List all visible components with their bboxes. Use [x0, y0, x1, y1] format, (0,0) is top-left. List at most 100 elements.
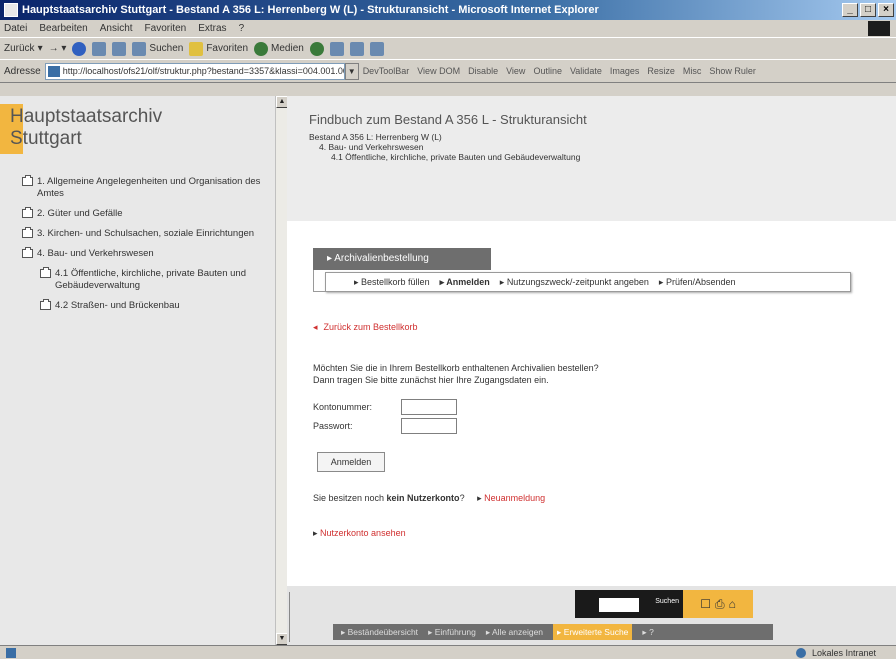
history-icon[interactable]	[309, 41, 324, 56]
folder-icon	[22, 227, 33, 238]
intro-line-2: Dann tragen Sie bitte zunächst hier Ihre…	[313, 375, 549, 385]
link-images[interactable]: Images	[610, 66, 640, 76]
account-number-input[interactable]	[401, 399, 457, 415]
address-input[interactable]: http://localhost/ofs21/olf/struktur.php?…	[44, 62, 345, 80]
home-icon[interactable]: ⌂	[729, 597, 736, 611]
footer-widgets: Suchen ☐ ⎙ ⌂	[575, 590, 753, 618]
link-devtoolbar[interactable]: DevToolBar	[363, 66, 410, 76]
account-row: Kontonummer:	[313, 399, 457, 415]
account-label: Kontonummer:	[313, 402, 373, 412]
search-button[interactable]: Suchen	[132, 41, 184, 56]
tree-item[interactable]: 2. Güter und Gefälle	[22, 207, 262, 220]
minimize-button[interactable]: _	[842, 3, 858, 17]
page-icon	[47, 65, 60, 77]
tree-item-selected[interactable]: 4.1 Öffentliche, kirchliche, private Bau…	[40, 267, 262, 292]
footer-nav-introduction[interactable]: Einführung	[428, 627, 476, 638]
page-title: Findbuch zum Bestand A 356 L - Struktura…	[309, 112, 587, 127]
step-purpose: Nutzungszweck/-zeitpunkt angeben	[500, 277, 649, 288]
footer-nav-help[interactable]: ?	[642, 627, 654, 638]
menu-bar: Datei Bearbeiten Ansicht Favoriten Extra…	[0, 20, 896, 37]
star-icon	[189, 41, 204, 56]
intro-line-1: Möchten Sie die in Ihrem Bestellkorb ent…	[313, 363, 599, 373]
windows-logo-icon	[868, 21, 890, 36]
folder-open-icon	[40, 267, 51, 278]
tree-item[interactable]: 4.2 Straßen- und Brückenbau	[40, 299, 262, 312]
media-button[interactable]: Medien	[254, 41, 304, 56]
breadcrumb: Bestand A 356 L: Herrenberg W (L) 4. Bau…	[309, 132, 580, 162]
arrow-left-icon: ◂	[313, 322, 318, 332]
refresh-icon[interactable]	[92, 41, 107, 56]
password-row: Passwort:	[313, 418, 457, 434]
tree-item-label: 3. Kirchen- und Schulsachen, soziale Ein…	[37, 228, 255, 239]
print-icon[interactable]	[349, 41, 364, 56]
menu-datei[interactable]: Datei	[4, 23, 27, 34]
maximize-button[interactable]: □	[860, 3, 876, 17]
link-view[interactable]: View	[506, 66, 525, 76]
menu-ansicht[interactable]: Ansicht	[100, 23, 133, 34]
footer-nav-advanced-search[interactable]: Erweiterte Suche	[553, 624, 633, 640]
status-bar: Lokales Intranet	[0, 645, 896, 659]
link-view-dom[interactable]: View DOM	[417, 66, 460, 76]
back-label: Zurück	[4, 43, 35, 54]
tree-item-label: 4. Bau- und Verkehrswesen	[37, 248, 154, 259]
breadcrumb-item[interactable]: 4. Bau- und Verkehrswesen	[309, 142, 580, 152]
tree-item[interactable]: 4. Bau- und Verkehrswesen	[22, 247, 262, 260]
login-intro: Möchten Sie die in Ihrem Bestellkorb ent…	[313, 362, 599, 386]
link-show-ruler[interactable]: Show Ruler	[709, 66, 756, 76]
link-disable[interactable]: Disable	[468, 66, 498, 76]
search-label: Suchen	[149, 43, 184, 54]
menu-favoriten[interactable]: Favoriten	[145, 23, 187, 34]
menu-help[interactable]: ?	[239, 23, 245, 34]
footer-nav-show-all[interactable]: Alle anzeigen	[486, 627, 543, 638]
close-button[interactable]: ×	[878, 3, 894, 17]
stop-icon[interactable]	[72, 41, 87, 56]
favorites-button[interactable]: Favoriten	[189, 41, 249, 56]
folder-icon	[22, 175, 33, 186]
navigation-scrollbar[interactable]: ▲ ▼	[275, 96, 288, 645]
edit-icon[interactable]	[369, 41, 384, 56]
quick-search-input[interactable]	[599, 598, 639, 612]
intranet-icon	[795, 647, 806, 658]
home-icon[interactable]	[112, 41, 127, 56]
content-frame: Findbuch zum Bestand A 356 L - Struktura…	[287, 96, 896, 645]
password-input[interactable]	[401, 418, 457, 434]
favorites-label: Favoriten	[206, 43, 249, 54]
mail-icon[interactable]	[329, 41, 344, 56]
content-footer: Suchen ☐ ⎙ ⌂ Beständeübersicht Einführun…	[287, 586, 896, 645]
tree-item[interactable]: 1. Allgemeine Angelegenheiten und Organi…	[22, 175, 262, 200]
menu-bearbeiten[interactable]: Bearbeiten	[39, 23, 87, 34]
footer-scroll-marker	[289, 592, 293, 642]
tree-item-label: 4.2 Straßen- und Brückenbau	[55, 300, 180, 311]
menu-extras[interactable]: Extras	[198, 23, 226, 34]
address-dropdown-button[interactable]: ▼	[344, 62, 359, 80]
step-review-submit: Prüfen/Absenden	[659, 277, 736, 288]
link-validate[interactable]: Validate	[570, 66, 602, 76]
breadcrumb-item[interactable]: 4.1 Öffentliche, kirchliche, private Bau…	[309, 152, 580, 162]
step-fill-basket[interactable]: Bestellkorb füllen	[354, 277, 430, 288]
no-account-text: Sie besitzen noch kein Nutzerkonto? Neua…	[313, 493, 545, 504]
register-link[interactable]: Neuanmeldung	[477, 493, 545, 503]
window-titlebar: Hauptstaatsarchiv Stuttgart - Bestand A …	[0, 0, 896, 20]
bookmark-icon[interactable]: ☐	[700, 597, 711, 611]
breadcrumb-item[interactable]: Bestand A 356 L: Herrenberg W (L)	[309, 132, 580, 142]
link-outline[interactable]: Outline	[533, 66, 562, 76]
footer-nav: Beständeübersicht Einführung Alle anzeig…	[333, 624, 773, 640]
folder-open-icon	[22, 247, 33, 258]
tree-item-label: 2. Güter und Gefälle	[37, 208, 123, 219]
archive-logo[interactable]: Hauptstaatsarchiv Stuttgart	[10, 106, 162, 150]
back-button[interactable]: Zurück ▾	[4, 43, 43, 54]
print-icon[interactable]: ⎙	[715, 597, 725, 612]
link-misc[interactable]: Misc	[683, 66, 702, 76]
forward-button[interactable]: → ▾	[49, 43, 67, 54]
back-to-basket-link[interactable]: ◂ Zurück zum Bestellkorb	[313, 322, 418, 333]
tree-item-label: 4.1 Öffentliche, kirchliche, private Bau…	[55, 268, 246, 291]
structure-tree: 1. Allgemeine Angelegenheiten und Organi…	[22, 175, 262, 320]
login-button[interactable]: Anmelden	[317, 452, 385, 472]
tree-item[interactable]: 3. Kirchen- und Schulsachen, soziale Ein…	[22, 227, 262, 240]
links-toolbar: DevToolBar View DOM Disable View Outline…	[363, 66, 756, 76]
link-resize[interactable]: Resize	[647, 66, 675, 76]
view-user-account-link[interactable]: Nutzerkonto ansehen	[313, 528, 406, 539]
quick-search-button[interactable]: Suchen	[655, 598, 679, 605]
search-icon	[132, 41, 147, 56]
footer-nav-overview[interactable]: Beständeübersicht	[341, 627, 418, 638]
